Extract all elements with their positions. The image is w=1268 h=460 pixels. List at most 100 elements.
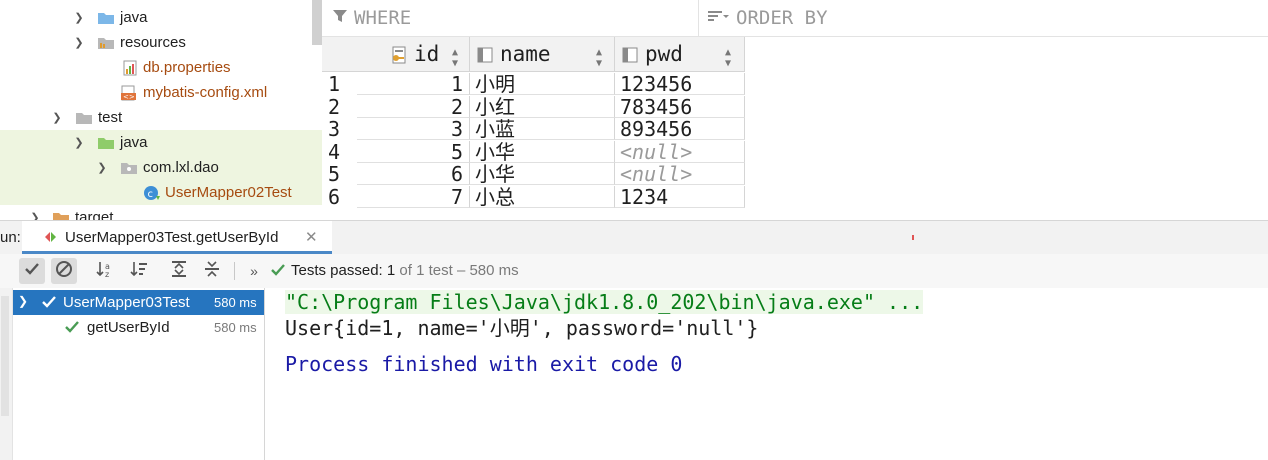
test-duration: 580 ms	[214, 295, 257, 310]
filter-icon	[332, 7, 348, 29]
cell-name[interactable]: 小明	[470, 73, 615, 95]
order-by-filter[interactable]: ORDER BY	[708, 0, 828, 36]
tree-item-package[interactable]: ❯ com.lxl.dao	[0, 155, 322, 180]
console-exit-line: Process finished with exit code 0	[285, 352, 683, 376]
tree-item-test[interactable]: ❯ test	[0, 105, 322, 130]
cell-pwd[interactable]: 1234	[615, 185, 745, 208]
tree-item-label: resources	[120, 34, 186, 51]
column-header-label: pwd	[645, 42, 683, 66]
cell-name[interactable]: 小蓝	[470, 118, 615, 140]
row-number: 2	[328, 94, 341, 119]
column-header-id[interactable]: id ▲ ▼	[357, 37, 470, 72]
cell-id[interactable]: 2	[357, 95, 470, 118]
chevron-down-icon[interactable]: ❯	[18, 294, 28, 308]
chevron-down-icon[interactable]: ❯	[72, 136, 86, 150]
passed-count: 1	[386, 262, 396, 279]
chevron-down-icon[interactable]: ❯	[50, 111, 64, 125]
chevron-down-icon[interactable]: ❯	[72, 36, 86, 50]
row-number: 1	[328, 72, 341, 96]
console-output[interactable]: "C:\Program Files\Java\jdk1.8.0_202\bin\…	[265, 288, 1268, 460]
tree-item-test-java[interactable]: ❯ java	[0, 130, 322, 155]
tree-item-label: target	[75, 209, 114, 220]
tree-item-resources[interactable]: ❯ resources	[0, 30, 322, 55]
cell-pwd[interactable]: 123456	[615, 73, 745, 95]
svg-text:z: z	[105, 270, 109, 278]
cell-pwd[interactable]: <null>	[615, 140, 745, 163]
status-prefix: Tests passed:	[291, 262, 383, 279]
chevron-right-icon[interactable]: ❯	[72, 11, 86, 25]
strip-handle[interactable]	[1, 296, 9, 416]
tree-item-usermapper02test[interactable]: c UserMapper02Test	[0, 180, 322, 205]
cell-name[interactable]: 小红	[470, 95, 615, 118]
cell-name[interactable]: 小华	[470, 163, 615, 185]
cell-name[interactable]: 小总	[470, 185, 615, 208]
sort-duration-icon	[129, 260, 149, 282]
chevron-down-icon[interactable]: ❯	[95, 161, 109, 175]
row-number: 5	[328, 162, 341, 186]
test-method-row[interactable]: getUserById 580 ms	[13, 315, 264, 340]
more-actions-button[interactable]: »	[241, 258, 267, 284]
console-output-line: User{id=1, name='小明', password='null'}	[285, 316, 759, 340]
test-suite-row[interactable]: ❯ UserMapper03Test 580 ms	[13, 290, 264, 315]
side-toolbar-strip	[0, 288, 13, 460]
tab-run-config[interactable]: UserMapper03Test.getUserById ✕	[22, 221, 332, 254]
project-tree: ❯ java ❯ resources db.properties <> myba…	[0, 0, 322, 220]
test-name: UserMapper03Test	[63, 294, 190, 311]
show-passed-button[interactable]	[19, 258, 45, 284]
test-runner-toolbar: az » Tests passed: 1 of 1 test – 580 ms	[0, 254, 1268, 289]
resources-folder-icon	[97, 36, 115, 50]
sort-toggle-icon[interactable]: ▲ ▼	[596, 47, 602, 69]
tree-item-db-properties[interactable]: db.properties	[0, 55, 322, 80]
show-ignored-button[interactable]	[51, 258, 77, 284]
grid-corner	[322, 37, 358, 72]
sort-toggle-icon[interactable]: ▲ ▼	[452, 47, 458, 69]
sort-by-duration-button[interactable]	[126, 258, 152, 284]
tree-item-label: test	[98, 109, 123, 126]
cell-id[interactable]: 6	[357, 163, 470, 185]
test-results-tree: ❯ UserMapper03Test 580 ms getUserById 58…	[13, 288, 265, 460]
where-label: WHERE	[354, 7, 412, 29]
cell-pwd[interactable]: 783456	[615, 95, 745, 118]
row-number: 4	[328, 139, 341, 164]
column-header-name[interactable]: name ▲ ▼	[470, 37, 615, 72]
tree-scrollbar[interactable]	[312, 0, 322, 45]
expand-all-icon	[170, 260, 188, 282]
sort-toggle-icon[interactable]: ▲ ▼	[725, 47, 731, 69]
console-command-line: "C:\Program Files\Java\jdk1.8.0_202\bin\…	[285, 290, 924, 314]
toolbar-separator	[234, 262, 235, 280]
status-suffix: of 1 test – 580 ms	[399, 262, 519, 279]
test-status: Tests passed: 1 of 1 test – 580 ms	[270, 262, 519, 281]
folder-icon	[52, 211, 70, 220]
where-filter[interactable]: WHERE	[332, 0, 699, 36]
sort-alphabetically-button[interactable]: az	[92, 258, 118, 284]
cell-id[interactable]: 5	[357, 140, 470, 163]
close-icon[interactable]: ✕	[305, 228, 318, 246]
test-name: getUserById	[87, 319, 170, 336]
collapse-all-button[interactable]	[199, 258, 225, 284]
tree-item-mybatis-config[interactable]: <> mybatis-config.xml	[0, 80, 322, 105]
cell-pwd[interactable]: <null>	[615, 163, 745, 185]
cell-name[interactable]: 小华	[470, 140, 615, 163]
pass-check-icon	[64, 320, 80, 338]
column-header-pwd[interactable]: pwd ▲ ▼	[615, 37, 745, 72]
chevron-right-icon[interactable]: ❯	[28, 211, 42, 220]
tree-item-java[interactable]: ❯ java	[0, 5, 322, 30]
tab-marker	[912, 235, 914, 240]
row-number: 3	[328, 117, 341, 141]
java-class-icon: c	[143, 184, 161, 200]
expand-all-button[interactable]	[166, 258, 192, 284]
tree-item-target[interactable]: ❯ target	[0, 205, 322, 220]
svg-text:<>: <>	[123, 93, 135, 101]
tree-item-label: db.properties	[143, 59, 231, 76]
cell-id[interactable]: 7	[357, 185, 470, 208]
run-config-icon	[44, 230, 60, 249]
svg-text:c: c	[148, 189, 154, 200]
cell-id[interactable]: 1	[357, 73, 470, 95]
xml-file-icon: <>	[120, 85, 138, 101]
tree-item-label: java	[120, 9, 148, 26]
cell-pwd[interactable]: 893456	[615, 118, 745, 140]
test-folder-icon	[97, 136, 115, 150]
cell-id[interactable]: 3	[357, 118, 470, 140]
primary-key-column-icon	[390, 45, 408, 69]
column-icon	[476, 45, 494, 69]
